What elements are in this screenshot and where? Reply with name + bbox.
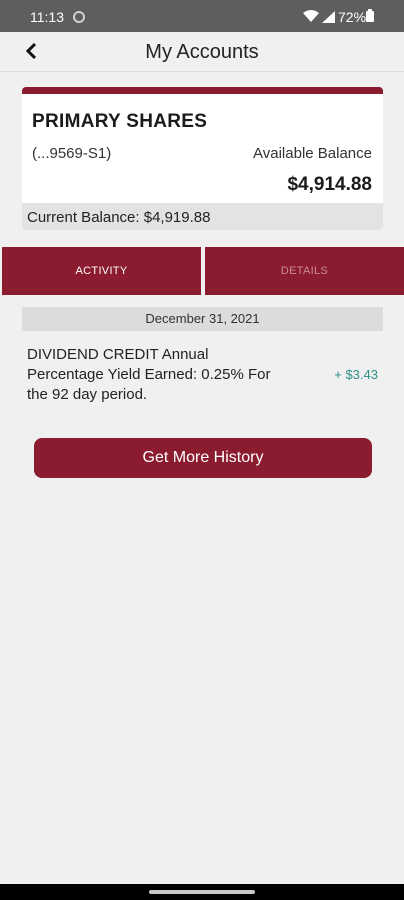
activity-date-header: December 31, 2021 [22,307,383,331]
battery-icon [366,9,374,22]
get-more-history-button[interactable]: Get More History [34,438,372,478]
transaction-description: DIVIDEND CREDIT Annual Percentage Yield … [27,346,271,403]
header-divider [0,71,404,72]
system-navigation-bar [0,884,404,900]
account-name: PRIMARY SHARES [32,111,208,132]
app-header: My Accounts [0,32,404,72]
wifi-icon [302,9,320,26]
signal-icon [322,10,336,26]
available-balance-label: Available Balance [253,145,372,162]
status-bar: 11:13 72% [0,0,404,32]
account-number: (...9569-S1) [32,145,112,162]
current-balance-strip: Current Balance: $4,919.88 [22,203,383,230]
tab-details[interactable]: DETAILS [205,247,404,295]
tab-activity[interactable]: ACTIVITY [2,247,201,295]
account-tabs: ACTIVITY DETAILS [2,247,404,295]
page-title: My Accounts [145,41,259,63]
battery-percent: 72% [338,9,367,25]
current-balance: Current Balance: $4,919.88 [27,209,211,226]
home-indicator[interactable] [149,890,255,894]
account-card[interactable]: PRIMARY SHARES (...9569-S1) Available Ba… [22,87,383,230]
transaction-row[interactable]: DIVIDEND CREDIT Annual Percentage Yield … [27,345,383,405]
transaction-amount: + $3.43 [334,367,378,382]
status-time: 11:13 [30,9,64,25]
available-balance-amount: $4,914.88 [287,174,372,195]
sync-status-icon [73,11,85,23]
